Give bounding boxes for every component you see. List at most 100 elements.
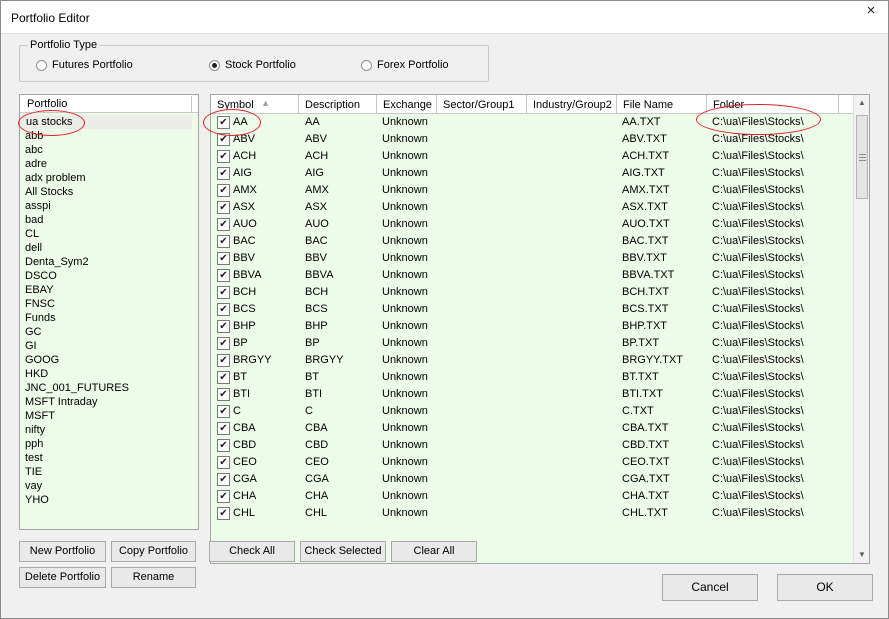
table-row[interactable]: ✔ AUO AUO Unknown AUO.TXT C:\ua\Files\Stocks\ — [211, 216, 855, 233]
table-row[interactable]: ✔ CBA CBA Unknown CBA.TXT C:\ua\Files\Stocks\ — [211, 420, 855, 437]
portfolio-item[interactable]: HKD — [20, 367, 198, 381]
portfolio-item[interactable]: abc — [20, 143, 198, 157]
table-row[interactable]: ✔ C C Unknown C.TXT C:\ua\Files\Stocks\ — [211, 403, 855, 420]
portfolio-item[interactable]: EBAY — [20, 283, 198, 297]
table-row[interactable]: ✔ BP BP Unknown BP.TXT C:\ua\Files\Stocks\ — [211, 335, 855, 352]
row-checkbox-icon[interactable]: ✔ — [217, 388, 230, 401]
table-row[interactable]: ✔ BHP BHP Unknown BHP.TXT C:\ua\Files\Stocks\ — [211, 318, 855, 335]
rename-button[interactable]: Rename — [111, 567, 196, 588]
portfolio-item[interactable]: MSFT Intraday — [20, 395, 198, 409]
table-row[interactable]: ✔ ASX ASX Unknown ASX.TXT C:\ua\Files\Stocks\ — [211, 199, 855, 216]
table-row[interactable]: ✔ CBD CBD Unknown CBD.TXT C:\ua\Files\Stocks\ — [211, 437, 855, 454]
portfolio-list[interactable]: Portfolio ua stocks abb abc adre adx problem… — [19, 94, 199, 530]
portfolio-item[interactable]: YHO — [20, 493, 198, 507]
row-checkbox-icon[interactable]: ✔ — [217, 354, 230, 367]
row-checkbox-icon[interactable]: ✔ — [217, 269, 230, 282]
row-checkbox-icon[interactable]: ✔ — [217, 167, 230, 180]
row-checkbox-icon[interactable]: ✔ — [217, 490, 230, 503]
table-row[interactable]: ✔ BAC BAC Unknown BAC.TXT C:\ua\Files\Stocks\ — [211, 233, 855, 250]
radio-forex-dot[interactable] — [361, 59, 372, 71]
row-checkbox-icon[interactable]: ✔ — [217, 507, 230, 520]
portfolio-item[interactable]: TIE — [20, 465, 198, 479]
column-header-industry[interactable]: Industry/Group2 — [527, 95, 617, 114]
ok-button[interactable]: OK — [777, 574, 873, 601]
column-header-sector[interactable]: Sector/Group1 — [437, 95, 527, 114]
table-row[interactable]: ✔ AMX AMX Unknown AMX.TXT C:\ua\Files\Stocks\ — [211, 182, 855, 199]
portfolio-item[interactable]: adx problem — [20, 171, 198, 185]
portfolio-item[interactable]: GI — [20, 339, 198, 353]
row-checkbox-icon[interactable]: ✔ — [217, 320, 230, 333]
row-checkbox-icon[interactable]: ✔ — [217, 150, 230, 163]
portfolio-item[interactable]: adre — [20, 157, 198, 171]
radio-stock-dot[interactable] — [209, 59, 220, 71]
row-checkbox-icon[interactable]: ✔ — [217, 286, 230, 299]
portfolio-item[interactable]: MSFT — [20, 409, 198, 423]
check-selected-button[interactable]: Check Selected — [300, 541, 386, 562]
portfolio-item[interactable]: All Stocks — [20, 185, 198, 199]
portfolio-item[interactable]: GOOG — [20, 353, 198, 367]
symbol-grid[interactable]: Symbol ▲ Description Exchange Sector/Gro… — [210, 94, 870, 564]
portfolio-item[interactable]: Denta_Sym2 — [20, 255, 198, 269]
portfolio-item[interactable]: dell — [20, 241, 198, 255]
cell-exchange: Unknown — [382, 252, 428, 264]
row-checkbox-icon[interactable]: ✔ — [217, 184, 230, 197]
scroll-up-icon[interactable]: ▲ — [854, 95, 869, 111]
radio-stock-portfolio[interactable]: Stock Portfolio — [209, 59, 296, 71]
portfolio-item[interactable]: nifty — [20, 423, 198, 437]
row-checkbox-icon[interactable]: ✔ — [217, 456, 230, 469]
portfolio-item[interactable]: asspi — [20, 199, 198, 213]
row-checkbox-icon[interactable]: ✔ — [217, 405, 230, 418]
row-checkbox-icon[interactable]: ✔ — [217, 201, 230, 214]
new-portfolio-button[interactable]: New Portfolio — [19, 541, 106, 562]
table-row[interactable]: ✔ CHA CHA Unknown CHA.TXT C:\ua\Files\Stocks\ — [211, 488, 855, 505]
copy-portfolio-button[interactable]: Copy Portfolio — [111, 541, 196, 562]
grid-vertical-scrollbar[interactable]: ▲ ▼ — [853, 95, 869, 563]
portfolio-item[interactable]: bad — [20, 213, 198, 227]
row-checkbox-icon[interactable]: ✔ — [217, 235, 230, 248]
cell-exchange: Unknown — [382, 269, 428, 281]
portfolio-item[interactable]: GC — [20, 325, 198, 339]
table-row[interactable]: ✔ BT BT Unknown BT.TXT C:\ua\Files\Stocks\ — [211, 369, 855, 386]
column-header-file-name[interactable]: File Name — [617, 95, 707, 114]
table-row[interactable]: ✔ BCS BCS Unknown BCS.TXT C:\ua\Files\Stocks\ — [211, 301, 855, 318]
table-row[interactable]: ✔ BBVA BBVA Unknown BBVA.TXT C:\ua\Files\Stoc… — [211, 267, 855, 284]
table-row[interactable]: ✔ BBV BBV Unknown BBV.TXT C:\ua\Files\Stocks\ — [211, 250, 855, 267]
row-checkbox-icon[interactable]: ✔ — [217, 439, 230, 452]
table-row[interactable]: ✔ ACH ACH Unknown ACH.TXT C:\ua\Files\Stocks\ — [211, 148, 855, 165]
row-checkbox-icon[interactable]: ✔ — [217, 252, 230, 265]
row-checkbox-icon[interactable]: ✔ — [217, 473, 230, 486]
row-checkbox-icon[interactable]: ✔ — [217, 218, 230, 231]
portfolio-item[interactable]: vay — [20, 479, 198, 493]
radio-futures-dot[interactable] — [36, 59, 47, 71]
radio-forex-portfolio[interactable]: Forex Portfolio — [361, 59, 449, 71]
row-checkbox-icon[interactable]: ✔ — [217, 337, 230, 350]
portfolio-item[interactable]: Funds — [20, 311, 198, 325]
clear-all-button[interactable]: Clear All — [391, 541, 477, 562]
table-row[interactable]: ✔ CEO CEO Unknown CEO.TXT C:\ua\Files\Stocks\ — [211, 454, 855, 471]
row-checkbox-icon[interactable]: ✔ — [217, 371, 230, 384]
check-all-button[interactable]: Check All — [209, 541, 295, 562]
table-row[interactable]: ✔ BTI BTI Unknown BTI.TXT C:\ua\Files\Stocks\ — [211, 386, 855, 403]
portfolio-item[interactable]: FNSC — [20, 297, 198, 311]
portfolio-item[interactable]: DSCO — [20, 269, 198, 283]
table-row[interactable]: ✔ AIG AIG Unknown AIG.TXT C:\ua\Files\Stocks\ — [211, 165, 855, 182]
portfolio-item[interactable]: test — [20, 451, 198, 465]
column-header-exchange[interactable]: Exchange — [377, 95, 437, 114]
scroll-down-icon[interactable]: ▼ — [854, 547, 869, 563]
radio-futures-portfolio[interactable]: Futures Portfolio — [36, 59, 133, 71]
table-row[interactable]: ✔ CGA CGA Unknown CGA.TXT C:\ua\Files\Stocks\ — [211, 471, 855, 488]
table-row[interactable]: ✔ CHL CHL Unknown CHL.TXT C:\ua\Files\Stocks\ — [211, 505, 855, 522]
portfolio-item[interactable]: pph — [20, 437, 198, 451]
row-checkbox-icon[interactable]: ✔ — [217, 422, 230, 435]
table-row[interactable]: ✔ BCH BCH Unknown BCH.TXT C:\ua\Files\Stocks\ — [211, 284, 855, 301]
column-header-description[interactable]: Description — [299, 95, 377, 114]
cancel-button[interactable]: Cancel — [662, 574, 758, 601]
delete-portfolio-button[interactable]: Delete Portfolio — [19, 567, 106, 588]
row-checkbox-icon[interactable]: ✔ — [217, 303, 230, 316]
portfolio-item[interactable]: JNC_001_FUTURES — [20, 381, 198, 395]
portfolio-item[interactable]: CL — [20, 227, 198, 241]
table-row[interactable]: ✔ BRGYY BRGYY Unknown BRGYY.TXT C:\ua\Files\S… — [211, 352, 855, 369]
close-button[interactable]: × — [861, 2, 881, 20]
cell-exchange: Unknown — [382, 184, 428, 196]
scrollbar-thumb[interactable] — [856, 115, 868, 199]
